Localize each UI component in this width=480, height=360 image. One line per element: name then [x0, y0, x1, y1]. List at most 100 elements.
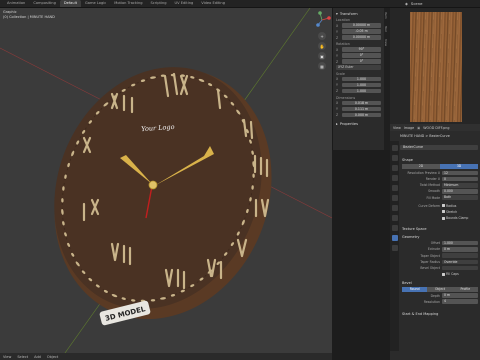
bounds-clamp-checkbox[interactable]: Bounds Clamp	[442, 216, 468, 220]
stretch-checkbox[interactable]: Stretch	[442, 210, 457, 214]
fill-mode-select[interactable]: Both	[442, 195, 478, 200]
zoom-icon[interactable]: +	[318, 32, 326, 40]
navigation-gizmo[interactable]	[312, 10, 332, 30]
tool-tab-icon[interactable]	[391, 145, 398, 151]
viewport-footer: View Select Add Object	[0, 353, 332, 360]
menu-object[interactable]: Object	[47, 355, 58, 359]
curve-data-tab-icon[interactable]	[391, 235, 398, 241]
tab-compositing[interactable]: Compositing	[29, 0, 60, 7]
curve-data-name-field[interactable]: BezierCurve	[400, 145, 478, 150]
rotation-z-field[interactable]: 0°	[342, 59, 381, 64]
fill-caps-label: Fill Caps	[446, 272, 459, 277]
tab-tool[interactable]: Tool	[384, 22, 388, 36]
axis-x-label: X	[336, 77, 339, 81]
tab-video-editing[interactable]: Video Editing	[197, 0, 229, 7]
image-menu-image[interactable]: Image	[404, 126, 414, 130]
offset-field[interactable]: 1.000	[442, 240, 478, 246]
scale-x-field[interactable]: 1.000	[342, 76, 381, 82]
transform-header[interactable]: ▾ Transform	[336, 12, 381, 16]
taper-radius-select[interactable]: Override	[442, 259, 478, 264]
dimension-x-field[interactable]: 0.018 m	[342, 100, 381, 106]
render-tab-icon[interactable]	[391, 155, 398, 161]
output-tab-icon[interactable]	[391, 165, 398, 171]
bevel-depth-field[interactable]: 0 m	[442, 293, 478, 298]
tab-scripting[interactable]: Scripting	[147, 0, 171, 7]
tab-motion-tracking[interactable]: Motion Tracking	[110, 0, 146, 7]
view-layer-tab-icon[interactable]	[391, 175, 398, 181]
object-tab-icon[interactable]	[391, 205, 398, 211]
dim-2d-button[interactable]: 2D	[402, 164, 440, 170]
properties-editor: MINUTE HAND > BezierCurve BezierCurve Sh…	[390, 131, 480, 360]
start-end-mapping-section[interactable]: Start & End Mapping	[402, 312, 478, 317]
scale-z-field[interactable]: 1.000	[342, 88, 381, 94]
rotation-mode-select[interactable]: XYZ Euler	[336, 65, 381, 70]
fill-caps-checkbox[interactable]: Fill Caps	[442, 272, 459, 276]
image-name-field[interactable]: WOOD DIFF.png	[423, 126, 449, 130]
image-icon: ▣	[417, 125, 421, 130]
constraint-tab-icon[interactable]	[391, 225, 398, 231]
texture-space-section[interactable]: Texture Space	[402, 227, 478, 232]
axis-y-label: Y	[336, 29, 338, 34]
bevel-object-button[interactable]: Object	[427, 286, 453, 292]
material-tab-icon[interactable]	[391, 245, 398, 251]
rotation-y-field[interactable]: 0°	[342, 53, 381, 58]
dimensions-label: Dimensions	[336, 95, 356, 100]
resolution-preview-field[interactable]: 12	[442, 170, 478, 176]
properties-header[interactable]: ▸ Properties	[336, 122, 381, 126]
dimension-z-field[interactable]: 0.000 m	[342, 112, 381, 118]
prop-label: Render U	[425, 177, 440, 182]
location-z-field[interactable]: 0.00000 m	[342, 35, 381, 40]
menu-select[interactable]: Select	[17, 355, 28, 359]
camera-icon[interactable]: ▣	[318, 52, 326, 60]
modifier-tab-icon[interactable]	[391, 215, 398, 221]
grid-icon[interactable]: ▦	[318, 62, 326, 70]
menu-view[interactable]: View	[3, 355, 11, 359]
prop-label: Smooth	[428, 189, 440, 194]
prop-label: Bevel Object	[420, 265, 440, 270]
extrude-field[interactable]: 0 m	[442, 247, 478, 252]
smooth-field[interactable]: 0.000	[442, 189, 478, 194]
tab-item[interactable]: Item	[384, 8, 388, 22]
bounds-clamp-label: Bounds Clamp	[446, 216, 469, 220]
prop-label: Taper Object	[420, 253, 440, 258]
tab-default[interactable]: Default	[59, 0, 81, 7]
dim-3d-button[interactable]: 3D	[440, 164, 478, 170]
scale-label: Scale	[336, 71, 345, 76]
world-tab-icon[interactable]	[391, 195, 398, 201]
clock-scene[interactable]: Your Logo 3D MODEL	[0, 8, 332, 360]
scale-y-field[interactable]: 1.000	[342, 82, 381, 88]
twist-method-select[interactable]: Minimum	[442, 183, 478, 188]
geometry-section[interactable]: Geometry	[402, 235, 478, 240]
bevel-profile-button[interactable]: Profile	[452, 286, 478, 292]
location-x-field[interactable]: 0.00000 m	[342, 23, 381, 28]
3d-viewport[interactable]: Your Logo 3D MODEL Graphic (0) Collectio…	[0, 8, 332, 360]
render-u-field[interactable]: 0	[442, 176, 478, 182]
tab-animation[interactable]: Animation	[3, 0, 29, 7]
prop-label: Depth	[430, 293, 440, 298]
image-menu-view[interactable]: View	[393, 126, 401, 130]
menu-add[interactable]: Add	[34, 355, 41, 359]
bevel-object-field[interactable]	[442, 265, 478, 271]
scene-selector[interactable]: ◆ Scene	[405, 0, 423, 8]
tab-game-logic[interactable]: Game Logic	[81, 0, 110, 7]
axis-y-label: Y	[336, 107, 338, 111]
image-editor[interactable]	[390, 8, 480, 126]
axis-z-label: Z	[336, 59, 339, 64]
prop-label: Taper Radius	[420, 259, 440, 264]
tab-view[interactable]: View	[384, 36, 388, 50]
bevel-resolution-field[interactable]: 4	[442, 299, 478, 304]
shape-section[interactable]: Shape	[402, 158, 478, 163]
prop-label: Offset	[430, 241, 440, 246]
tab-uv-editing[interactable]: UV Editing	[171, 0, 198, 7]
hand-pan-icon[interactable]: ✋	[318, 42, 326, 50]
rotation-x-field[interactable]: 90°	[342, 47, 381, 52]
scene-tab-icon[interactable]	[391, 185, 398, 191]
bevel-section[interactable]: Bevel	[402, 281, 478, 286]
location-y-field[interactable]: -0.05 m	[342, 29, 381, 34]
bevel-round-button[interactable]: Round	[402, 286, 428, 292]
radius-checkbox[interactable]: Radius	[442, 204, 456, 208]
scene-name: Scene	[410, 1, 423, 6]
taper-object-field[interactable]	[442, 253, 478, 258]
dimension-y-field[interactable]: 0.111 m	[342, 106, 381, 112]
prop-label: Resolution	[423, 299, 440, 304]
